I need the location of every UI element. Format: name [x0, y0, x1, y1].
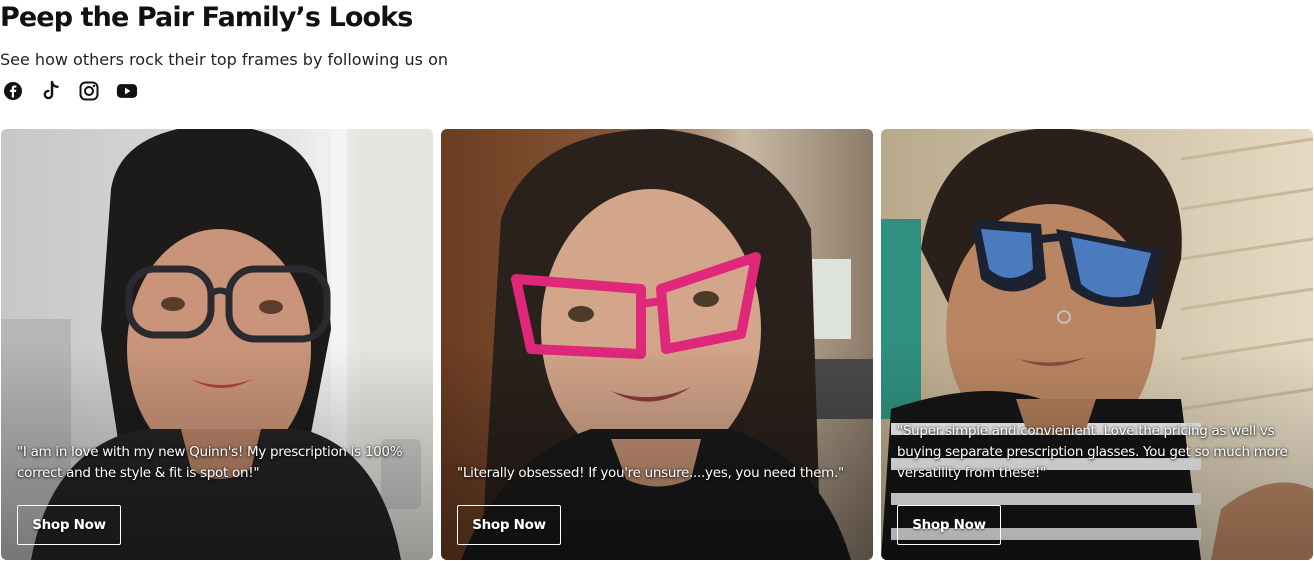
tiktok-icon[interactable] [40, 80, 62, 102]
customer-photo [1, 129, 433, 560]
testimonial-quote: "I am in love with my new Quinn's! My pr… [17, 444, 403, 481]
facebook-icon[interactable] [2, 80, 24, 102]
testimonial-quote: "Super simple and convienient. Love the … [897, 423, 1288, 481]
customer-photo [441, 129, 873, 560]
social-links [2, 80, 138, 102]
section-title: Peep the Pair Family’s Looks [0, 2, 413, 33]
section-subtitle: See how others rock their top frames by … [0, 50, 448, 69]
testimonial-card: "Super simple and convienient. Love the … [881, 129, 1313, 560]
testimonial-cards: "I am in love with my new Quinn's! My pr… [1, 129, 1313, 560]
customer-photo [881, 129, 1313, 560]
shop-now-button[interactable]: Shop Now [17, 505, 121, 545]
shop-now-button[interactable]: Shop Now [897, 505, 1001, 545]
instagram-icon[interactable] [78, 80, 100, 102]
testimonial-card: "I am in love with my new Quinn's! My pr… [1, 129, 433, 560]
shop-now-button[interactable]: Shop Now [457, 505, 561, 545]
testimonial-quote: "Literally obsessed! If you're unsure...… [457, 465, 844, 481]
testimonial-card: "Literally obsessed! If you're unsure...… [441, 129, 873, 560]
youtube-icon[interactable] [116, 80, 138, 102]
